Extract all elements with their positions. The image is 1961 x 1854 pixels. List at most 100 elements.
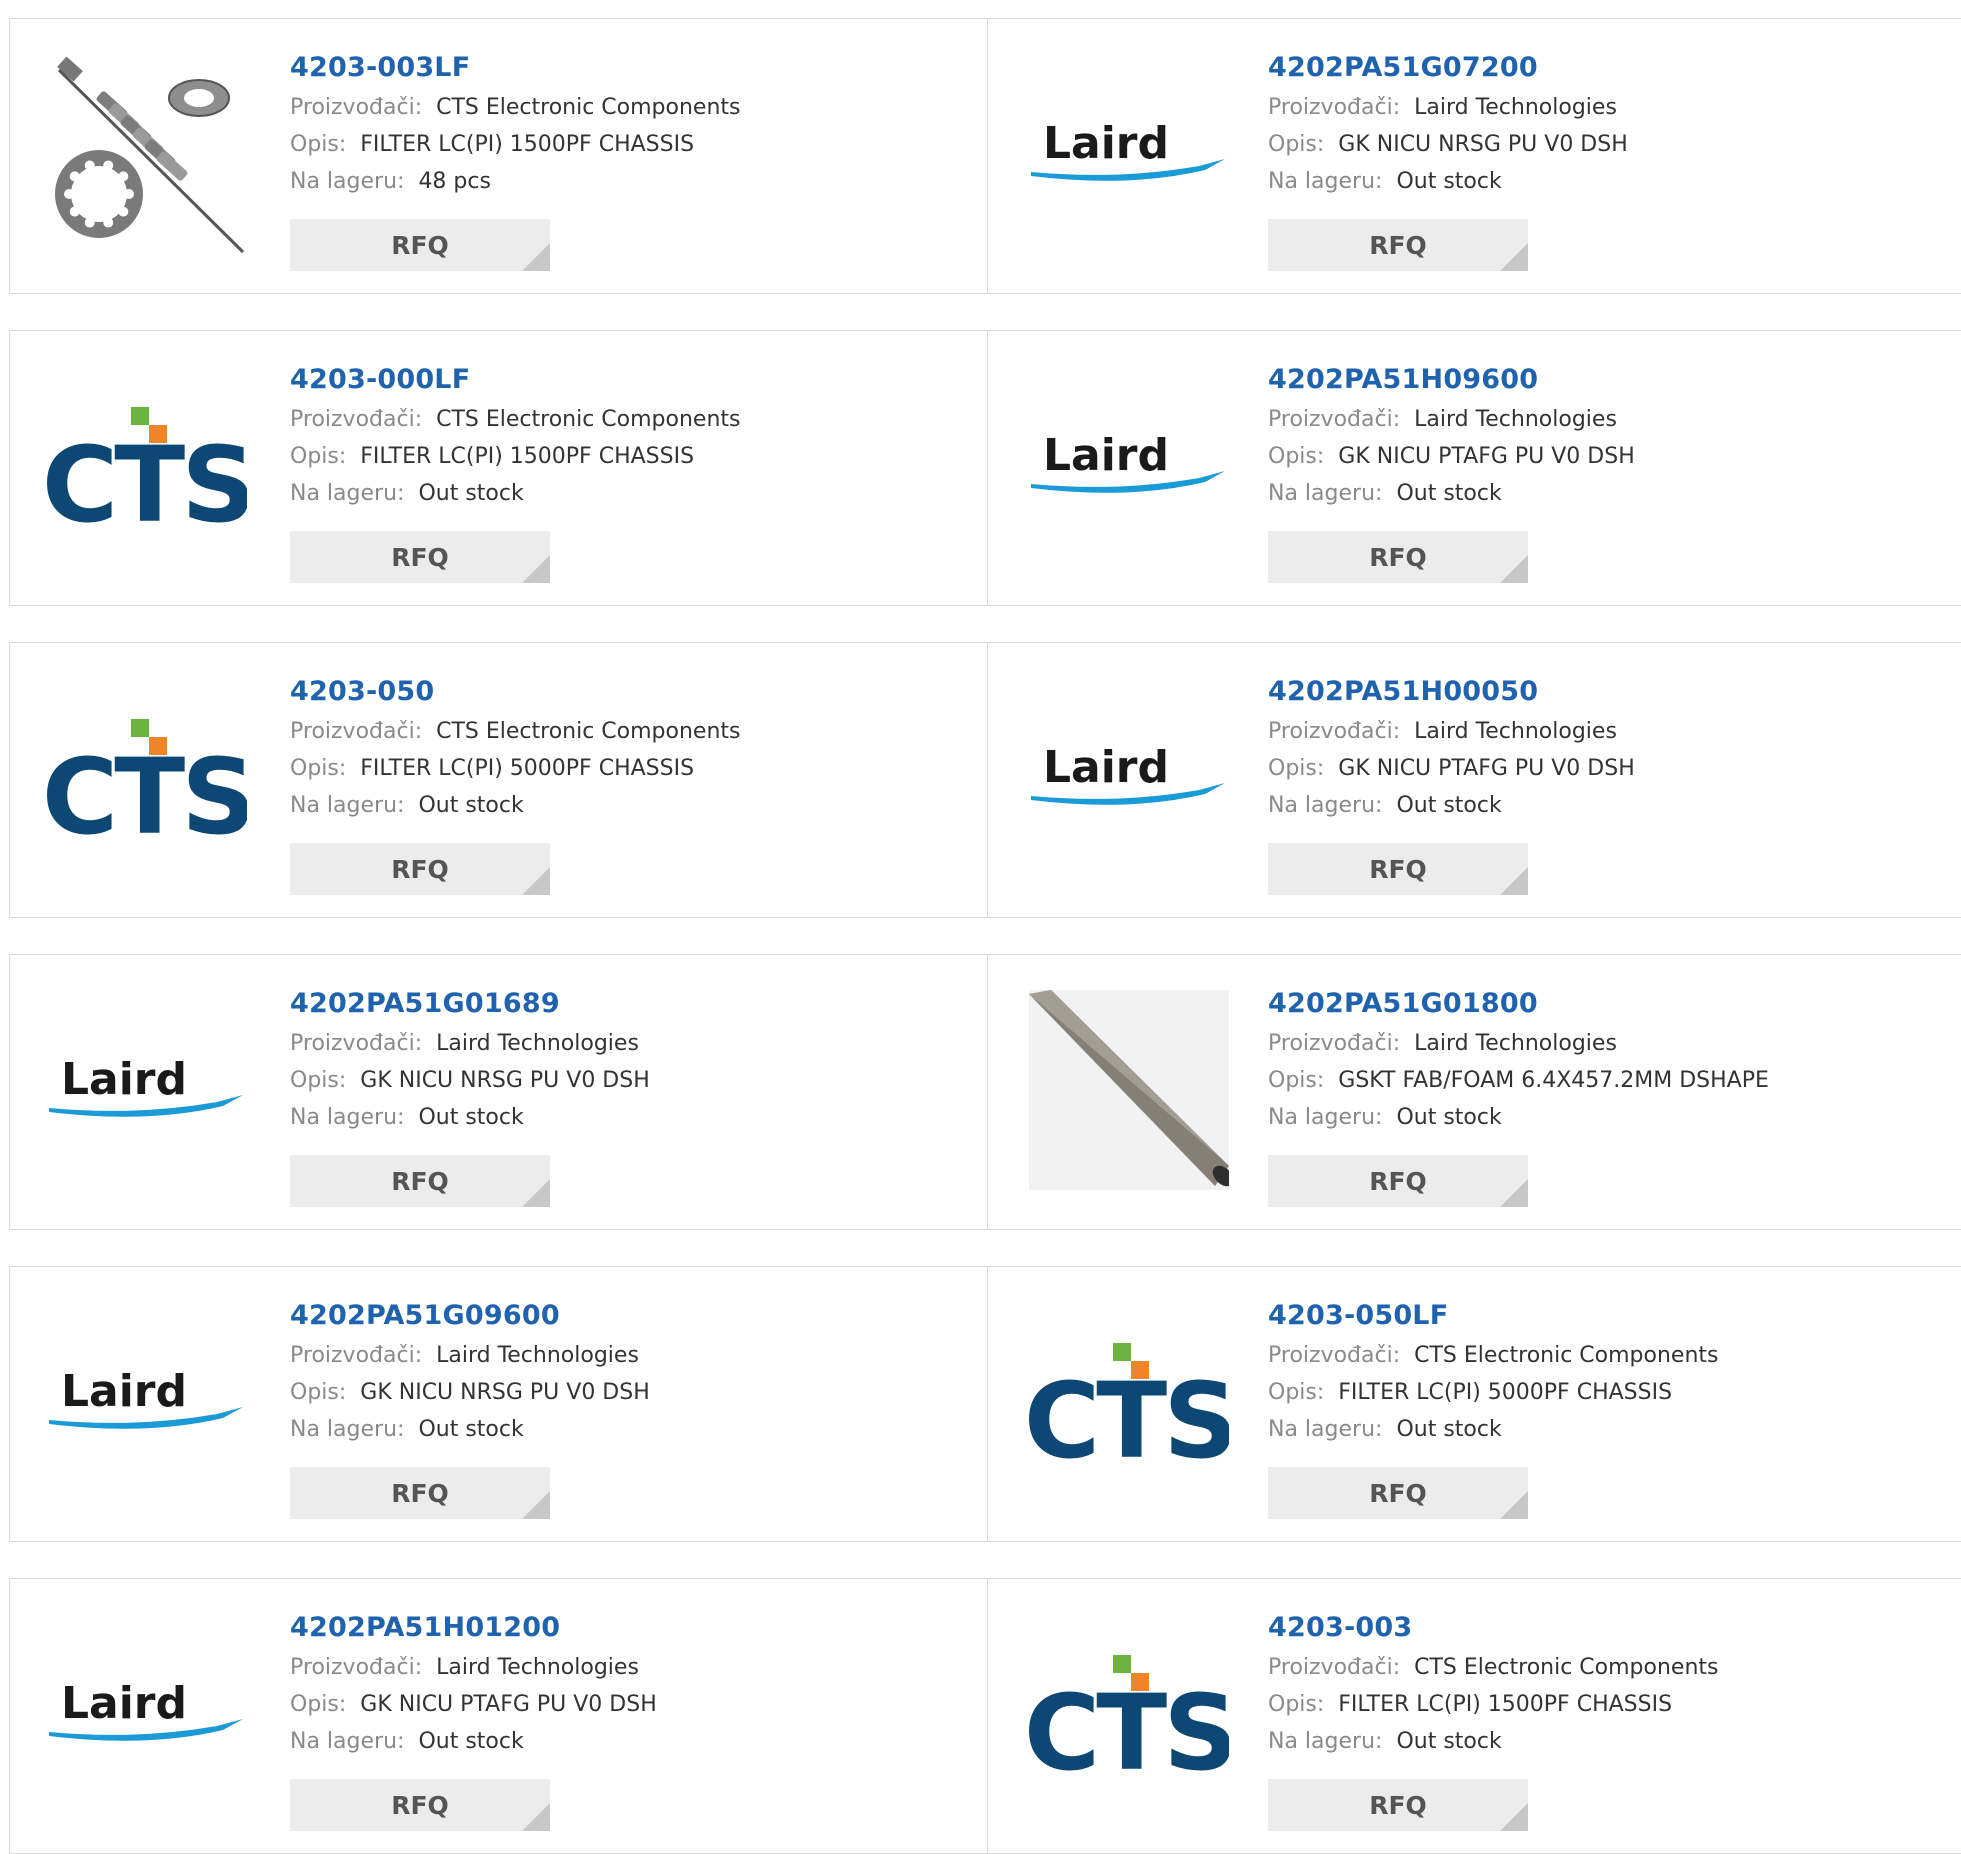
product-card: CTS 4203-003 Proizvođači: CTS Electronic Co… (987, 1578, 1961, 1854)
laird-logo: Laird (49, 1054, 243, 1117)
part-number-link[interactable]: 4202PA51G01800 (1268, 983, 1769, 1025)
rfq-button-label: RFQ (391, 542, 449, 572)
part-number-link[interactable]: 4202PA51G07200 (1268, 47, 1628, 89)
rfq-button[interactable]: RFQ (290, 1779, 550, 1831)
part-number-link[interactable]: 4202PA51G09600 (290, 1295, 650, 1337)
product-thumbnail[interactable] (46, 53, 248, 255)
stock-value: Out stock (1396, 169, 1502, 194)
part-number-link[interactable]: 4202PA51G01689 (290, 983, 650, 1025)
description-value: GSKT FAB/FOAM 6.4X457.2MM DSHAPE (1338, 1068, 1769, 1093)
product-thumbnail[interactable]: Laird (1028, 365, 1230, 567)
part-number-link[interactable]: 4203-050LF (1268, 1295, 1719, 1337)
corner-triangle-icon (1500, 1803, 1528, 1831)
product-thumbnail[interactable]: CTS (1028, 1301, 1230, 1503)
description-value: GK NICU NRSG PU V0 DSH (360, 1068, 650, 1093)
part-number-link[interactable]: 4202PA51H09600 (1268, 359, 1635, 401)
rfq-button[interactable]: RFQ (290, 219, 550, 271)
product-thumbnail[interactable]: Laird (1028, 53, 1230, 255)
stock-label: Na lageru: (1268, 169, 1383, 194)
laird-logo-text: Laird (1043, 430, 1169, 481)
manufacturer-label: Proizvođači: (1268, 719, 1401, 744)
description-row: Opis: GK NICU PTAFG PU V0 DSH (1268, 438, 1635, 475)
product-info: 4202PA51G01689 Proizvođači: Laird Technolo… (290, 983, 650, 1136)
manufacturer-row: Proizvođači: Laird Technologies (1268, 89, 1628, 126)
manufacturer-row: Proizvođači: Laird Technologies (290, 1025, 650, 1062)
description-row: Opis: GK NICU NRSG PU V0 DSH (290, 1062, 650, 1099)
corner-triangle-icon (1500, 1179, 1528, 1207)
product-info: 4202PA51G01800 Proizvođači: Laird Technolo… (1268, 983, 1769, 1136)
stock-label: Na lageru: (290, 1417, 405, 1442)
corner-triangle-icon (1500, 867, 1528, 895)
rfq-button[interactable]: RFQ (290, 1467, 550, 1519)
product-thumbnail[interactable]: Laird (46, 1613, 248, 1815)
product-thumbnail[interactable] (1028, 989, 1230, 1191)
rfq-button-label: RFQ (1369, 1166, 1427, 1196)
description-row: Opis: GK NICU NRSG PU V0 DSH (290, 1374, 650, 1411)
product-thumbnail[interactable]: CTS (1028, 1613, 1230, 1815)
description-row: Opis: GK NICU PTAFG PU V0 DSH (1268, 750, 1635, 787)
stock-value: 48 pcs (418, 169, 491, 194)
stock-row: Na lageru: Out stock (290, 475, 741, 512)
stock-value: Out stock (1396, 1105, 1502, 1130)
product-thumbnail[interactable]: Laird (1028, 677, 1230, 879)
description-value: GK NICU PTAFG PU V0 DSH (1338, 756, 1635, 781)
stock-row: Na lageru: Out stock (1268, 1411, 1719, 1448)
filter-product-image (55, 56, 245, 254)
stock-label: Na lageru: (290, 1105, 405, 1130)
rfq-button-label: RFQ (391, 1478, 449, 1508)
part-number-link[interactable]: 4203-050 (290, 671, 741, 713)
product-thumbnail[interactable]: CTS (46, 365, 248, 567)
product-thumbnail[interactable]: Laird (46, 989, 248, 1191)
laird-logo-text: Laird (61, 1366, 187, 1417)
product-info: 4203-003LF Proizvođači: CTS Electronic Com… (290, 47, 741, 200)
stock-label: Na lageru: (1268, 481, 1383, 506)
stock-label: Na lageru: (1268, 793, 1383, 818)
rfq-button[interactable]: RFQ (1268, 219, 1528, 271)
manufacturer-label: Proizvođači: (1268, 1031, 1401, 1056)
part-number-link[interactable]: 4203-000LF (290, 359, 741, 401)
manufacturer-value: CTS Electronic Components (1414, 1655, 1719, 1680)
product-info: 4203-000LF Proizvođači: CTS Electronic Com… (290, 359, 741, 512)
product-card: Laird 4202PA51H01200 Proizvođači: Laird Tec… (9, 1578, 989, 1854)
part-number-link[interactable]: 4202PA51H01200 (290, 1607, 657, 1649)
manufacturer-value: CTS Electronic Components (436, 407, 741, 432)
cts-logo-text: CTS (47, 424, 247, 531)
laird-logo-text: Laird (61, 1054, 187, 1105)
product-info: 4203-003 Proizvođači: CTS Electronic Compo… (1268, 1607, 1719, 1760)
rfq-button[interactable]: RFQ (1268, 1467, 1528, 1519)
part-number-link[interactable]: 4203-003LF (290, 47, 741, 89)
corner-triangle-icon (1500, 1491, 1528, 1519)
stock-label: Na lageru: (290, 481, 405, 506)
manufacturer-row: Proizvođači: CTS Electronic Components (290, 401, 741, 438)
rfq-button[interactable]: RFQ (290, 531, 550, 583)
product-card: 4203-003LF Proizvođači: CTS Electronic Com… (9, 18, 989, 294)
manufacturer-label: Proizvođači: (290, 1031, 423, 1056)
product-info: 4203-050LF Proizvođači: CTS Electronic Com… (1268, 1295, 1719, 1448)
stock-label: Na lageru: (290, 169, 405, 194)
description-label: Opis: (1268, 444, 1325, 469)
description-row: Opis: FILTER LC(PI) 1500PF CHASSIS (290, 438, 741, 475)
rfq-button[interactable]: RFQ (1268, 531, 1528, 583)
part-number-link[interactable]: 4202PA51H00050 (1268, 671, 1635, 713)
manufacturer-value: Laird Technologies (436, 1343, 639, 1368)
description-label: Opis: (1268, 1692, 1325, 1717)
rfq-button[interactable]: RFQ (1268, 1155, 1528, 1207)
rfq-button[interactable]: RFQ (290, 1155, 550, 1207)
product-info: 4202PA51G07200 Proizvođači: Laird Technolo… (1268, 47, 1628, 200)
product-thumbnail[interactable]: Laird (46, 1301, 248, 1503)
rfq-button[interactable]: RFQ (290, 843, 550, 895)
product-thumbnail[interactable]: CTS (46, 677, 248, 879)
manufacturer-label: Proizvođači: (290, 1655, 423, 1680)
stock-value: Out stock (1396, 793, 1502, 818)
product-card: CTS 4203-050 Proizvođači: CTS Electronic Co… (9, 642, 989, 918)
rfq-button[interactable]: RFQ (1268, 843, 1528, 895)
description-value: GK NICU PTAFG PU V0 DSH (360, 1692, 657, 1717)
part-number-link[interactable]: 4203-003 (1268, 1607, 1719, 1649)
rfq-button-label: RFQ (391, 1166, 449, 1196)
rfq-button[interactable]: RFQ (1268, 1779, 1528, 1831)
description-value: GK NICU NRSG PU V0 DSH (360, 1380, 650, 1405)
description-value: GK NICU PTAFG PU V0 DSH (1338, 444, 1635, 469)
cts-logo-text: CTS (1029, 1360, 1229, 1467)
product-grid: 4203-003LF Proizvođači: CTS Electronic Com… (0, 0, 1961, 1854)
manufacturer-label: Proizvođači: (290, 719, 423, 744)
